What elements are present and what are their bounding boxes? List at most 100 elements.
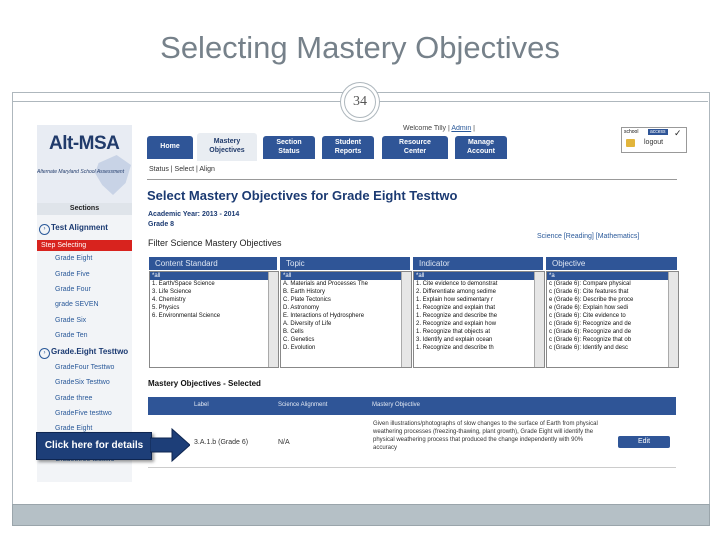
list-item[interactable]: 1. Recognize and describe the [414,312,544,320]
list-item[interactable]: c (Grade 6): Cite features that [547,288,678,296]
sidebar-item[interactable]: Grade Four [55,286,91,293]
list-item[interactable]: c (Grade 6): Recognize and de [547,320,678,328]
scrollbar[interactable] [668,272,678,367]
content-standard-header: Content Standard [149,257,277,270]
admin-link[interactable]: Admin [451,125,471,132]
edit-button[interactable]: Edit [618,436,670,448]
list-item[interactable]: *a [547,272,678,280]
list-item[interactable]: A. Diversity of Life [281,320,411,328]
list-item[interactable]: 1. Recognize that objects at [414,328,544,336]
list-item[interactable]: 1. Earth/Space Science [150,280,278,288]
sidebar-item[interactable]: GradeSix Testtwo [55,379,110,386]
list-item[interactable]: c (Grade 6): Cite evidence to [547,312,678,320]
slide-title: Selecting Mastery Objectives [160,30,560,65]
subnav[interactable]: Status | Select | Align [149,166,215,173]
subject-links[interactable]: Science [Reading] [Mathematics] [537,233,639,240]
mastery-table-header: Label Science Alignment Mastery Objectiv… [148,397,676,415]
list-item[interactable]: 4. Chemistry [150,296,278,304]
list-item[interactable]: e (Grade 6): Describe the proce [547,296,678,304]
divider [147,179,677,180]
list-item[interactable]: 3. Life Science [150,288,278,296]
tab-section-status[interactable]: Section Status [263,136,315,159]
tab-label: Section Status [276,139,302,155]
school-access-box: school access ✓ logout [621,127,687,153]
logo-subtitle: Alternate Maryland School Assessment [37,169,125,175]
list-item[interactable]: 5. Physics [150,304,278,312]
logout-link[interactable]: logout [644,139,663,146]
callout-box: Click here for details [36,432,152,460]
sidebar-item[interactable]: Step Selecting [37,240,132,251]
list-item[interactable]: D. Astronomy [281,304,411,312]
sidebar-item[interactable]: Grade three [55,395,92,402]
list-item[interactable]: c (Grade 6): Recognize that ob [547,336,678,344]
tab-mastery-objectives[interactable]: Mastery Objectives [197,133,257,161]
list-item[interactable]: c (Grade 6): Identify and desc [547,344,678,352]
app-screenshot: Alt-MSA Alternate Maryland School Assess… [37,125,687,482]
list-item[interactable]: e (Grade 6): Explain how sedi [547,304,678,312]
sidebar-item[interactable]: Grade Eight [55,255,92,262]
list-item[interactable]: E. Interactions of Hydrosphere [281,312,411,320]
list-item[interactable]: 1. Cite evidence to demonstrat [414,280,544,288]
row-alignment: N/A [278,439,290,446]
logo: Alt-MSA Alternate Maryland School Assess… [37,125,132,203]
maryland-map-icon [95,155,131,195]
list-item[interactable]: B. Cells [281,328,411,336]
list-item[interactable]: *all [414,272,544,280]
row-label: 3.A.1.b (Grade 6) [194,439,249,446]
grade-label: Grade 8 [148,221,175,228]
list-item[interactable]: C. Plate Tectonics [281,296,411,304]
list-item[interactable]: 2. Differentiate among sedime [414,288,544,296]
list-item[interactable]: *all [150,272,278,280]
academic-year: Academic Year: 2013 - 2014 [148,211,240,218]
welcome-text: Welcome Tilly [403,125,447,132]
tab-manage-account[interactable]: Manage Account [455,136,507,159]
check-icon: ✓ [674,128,682,138]
sidebar-item[interactable]: Grade.Eight Testtwo [51,347,128,356]
list-item[interactable]: 1. Explain how sedimentary r [414,296,544,304]
chevron-right-icon: › [39,348,50,360]
list-item[interactable]: 1. Recognize and explain that [414,304,544,312]
topic-listbox[interactable]: *all A. Materials and Processes The B. Ear… [280,271,412,368]
tab-home[interactable]: Home [147,136,193,159]
sidebar-item[interactable]: Test Alignment [51,223,108,232]
list-item[interactable]: 1. Recognize and describe th [414,344,544,352]
list-item[interactable]: c (Grade 6): Recognize and de [547,328,678,336]
sidebar-item[interactable]: Grade Six [55,317,86,324]
content-standard-listbox[interactable]: *all 1. Earth/Space Science 3. Life Scienc… [149,271,279,368]
left-sidebar: Alt-MSA Alternate Maryland School Assess… [37,125,132,482]
tab-label: Resource Center [399,139,431,155]
sidebar-item[interactable]: Grade Ten [55,332,88,339]
list-item[interactable]: *all [281,272,411,280]
tab-resource-center[interactable]: Resource Center [382,136,448,159]
list-item[interactable]: D. Evolution [281,344,411,352]
sidebar-item[interactable]: GradeFour Testtwo [55,364,114,371]
access-label: access [648,129,668,135]
list-item[interactable]: B. Earth History [281,288,411,296]
school-label: school [624,129,639,135]
scrollbar[interactable] [401,272,411,367]
tab-label: Home [160,143,180,150]
welcome-bar: Welcome Tilly | Admin | [403,125,475,132]
objective-listbox[interactable]: *a c (Grade 6): Compare physical c (Grade … [546,271,679,368]
col-label: Label [194,402,209,408]
list-item[interactable]: c (Grade 6): Compare physical [547,280,678,288]
page-title: Select Mastery Objectives for Grade Eigh… [147,188,458,203]
scrollbar[interactable] [268,272,278,367]
list-item[interactable]: 2. Recognize and explain how [414,320,544,328]
indicator-header: Indicator [413,257,543,270]
tab-label: Manage Account [467,139,495,155]
list-item[interactable]: 3. Identify and explain ocean [414,336,544,344]
list-item[interactable]: C. Genetics [281,336,411,344]
logo-text: Alt-MSA [49,133,120,154]
objective-header: Objective [546,257,677,270]
indicator-listbox[interactable]: *all 1. Cite evidence to demonstrat 2. Dif… [413,271,545,368]
scrollbar[interactable] [534,272,544,367]
list-item[interactable]: A. Materials and Processes The [281,280,411,288]
sidebar-item[interactable]: GradeFive testtwo [55,410,112,417]
list-item[interactable]: 6. Environmental Science [150,312,278,320]
sidebar-item[interactable]: grade SEVEN [55,301,99,308]
sidebar-item[interactable]: Grade Five [55,271,90,278]
tab-student-reports[interactable]: Student Reports [322,136,374,159]
arrow-icon [150,427,190,463]
row-objective: Given illustrations/photographs of slow … [373,421,598,451]
